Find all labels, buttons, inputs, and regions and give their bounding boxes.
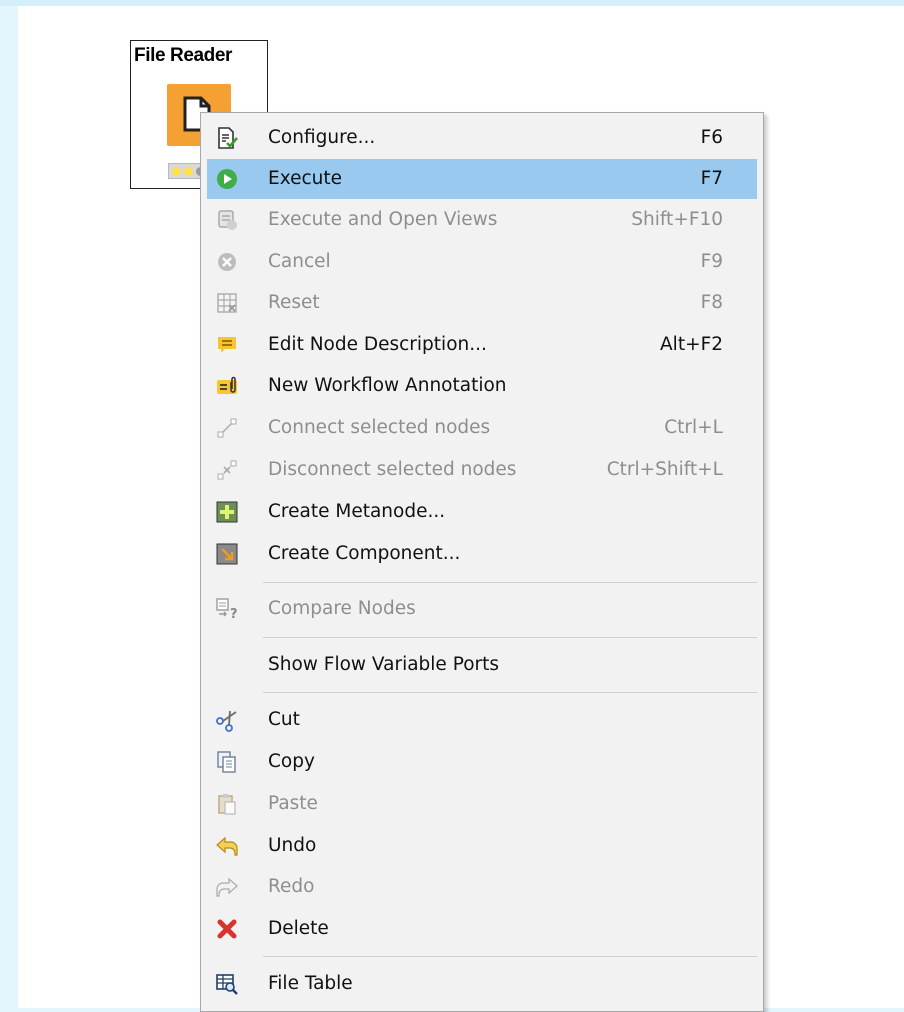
node-title[interactable]: File Reader xyxy=(134,45,232,67)
menu-item-create-component[interactable]: Create Component... xyxy=(207,534,757,574)
menu-item-execute[interactable]: Execute F7 xyxy=(207,159,757,199)
scissors-icon xyxy=(215,708,239,732)
configure-icon xyxy=(215,126,239,150)
status-light-icon xyxy=(172,167,181,176)
menu-item-copy[interactable]: Copy xyxy=(207,742,757,782)
menu-item-reset[interactable]: Reset F8 xyxy=(207,283,757,323)
menu-item-file-table[interactable]: File Table xyxy=(207,964,757,1004)
metanode-icon xyxy=(215,500,239,524)
cancel-icon xyxy=(215,250,239,274)
compare-nodes-icon: ? xyxy=(215,597,239,621)
menu-item-new-workflow-annotation[interactable]: New Workflow Annotation xyxy=(207,366,757,406)
execute-open-views-icon xyxy=(215,208,239,232)
delete-icon xyxy=(215,917,239,941)
component-icon xyxy=(215,542,239,566)
menu-item-configure[interactable]: Configure... F6 xyxy=(207,118,757,158)
comment-icon xyxy=(215,333,239,357)
redo-icon xyxy=(215,875,239,899)
menu-item-cut[interactable]: Cut xyxy=(207,700,757,740)
menu-item-delete[interactable]: Delete xyxy=(207,909,757,949)
node-context-menu: Configure... F6 Execute F7 Execute and O… xyxy=(200,112,764,1012)
menu-item-redo[interactable]: Redo xyxy=(207,867,757,907)
menu-item-execute-open-views[interactable]: Execute and Open Views Shift+F10 xyxy=(207,200,757,240)
menu-item-undo[interactable]: Undo xyxy=(207,826,757,866)
menu-separator xyxy=(263,956,757,957)
paste-icon xyxy=(215,792,239,816)
menu-item-disconnect-selected-nodes[interactable]: Disconnect selected nodes Ctrl+Shift+L xyxy=(207,450,757,490)
menu-separator xyxy=(263,582,757,583)
disconnect-nodes-icon xyxy=(215,458,239,482)
reset-icon xyxy=(215,291,239,315)
annotation-icon xyxy=(215,374,239,398)
menu-item-show-flow-variable-ports[interactable]: Show Flow Variable Ports xyxy=(207,645,757,685)
menu-item-cancel[interactable]: Cancel F9 xyxy=(207,242,757,282)
file-table-icon xyxy=(215,972,239,996)
menu-item-compare-nodes[interactable]: ? Compare Nodes xyxy=(207,589,757,629)
svg-text:?: ? xyxy=(230,607,238,621)
menu-item-edit-node-description[interactable]: Edit Node Description... Alt+F2 xyxy=(207,325,757,365)
menu-separator xyxy=(263,692,757,693)
undo-icon xyxy=(215,834,239,858)
status-light-icon xyxy=(184,167,193,176)
menu-item-connect-selected-nodes[interactable]: Connect selected nodes Ctrl+L xyxy=(207,408,757,448)
connect-nodes-icon xyxy=(215,416,239,440)
menu-item-paste[interactable]: Paste xyxy=(207,784,757,824)
menu-separator xyxy=(263,637,757,638)
execute-icon xyxy=(215,167,239,191)
copy-icon xyxy=(215,750,239,774)
menu-item-create-metanode[interactable]: Create Metanode... xyxy=(207,492,757,532)
